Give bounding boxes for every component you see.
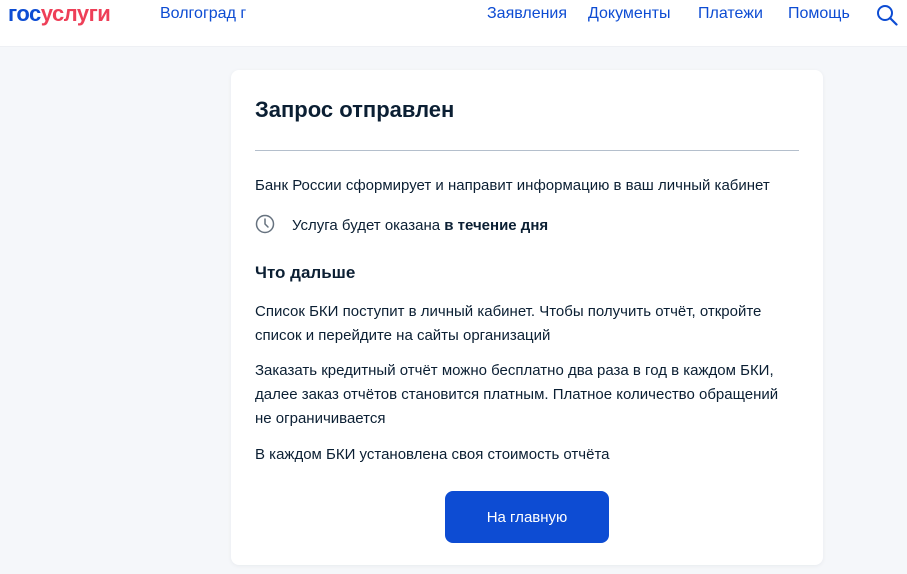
logo-part-uslugi: услуги <box>40 1 111 26</box>
nav-payments[interactable]: Платежи <box>698 5 763 23</box>
nav-applications[interactable]: Заявления <box>487 5 567 23</box>
region-selector[interactable]: Волгоград г <box>160 5 246 23</box>
page-title: Запрос отправлен <box>255 97 455 122</box>
service-time: Услуга будет оказана в течение дня <box>292 214 548 238</box>
next-steps-paragraph: Заказать кредитный отчёт можно бесплатно… <box>255 362 779 427</box>
next-steps-title: Что дальше <box>255 263 356 282</box>
request-sent-card: Запрос отправлен Банк России сформирует … <box>231 70 823 565</box>
info-text: Банк России сформирует и направит информ… <box>255 177 770 194</box>
go-home-button[interactable]: На главную <box>445 491 609 543</box>
logo-part-gos: гос <box>8 1 41 26</box>
gosuslugi-logo[interactable]: госуслуги <box>8 1 111 26</box>
nav-help[interactable]: Помощь <box>788 5 850 23</box>
search-icon[interactable] <box>876 4 898 26</box>
nav-documents[interactable]: Документы <box>588 5 670 23</box>
service-time-value: в течение дня <box>444 217 549 234</box>
next-steps-paragraph: Список БКИ поступит в личный кабинет. Чт… <box>255 303 762 344</box>
header: госуслуги Волгоград г Заявления Документ… <box>0 0 907 47</box>
divider <box>255 150 799 151</box>
clock-icon <box>255 214 275 234</box>
service-time-prefix: Услуга будет оказана <box>292 217 445 234</box>
next-steps-paragraph: В каждом БКИ установлена своя стоимость … <box>255 446 610 463</box>
